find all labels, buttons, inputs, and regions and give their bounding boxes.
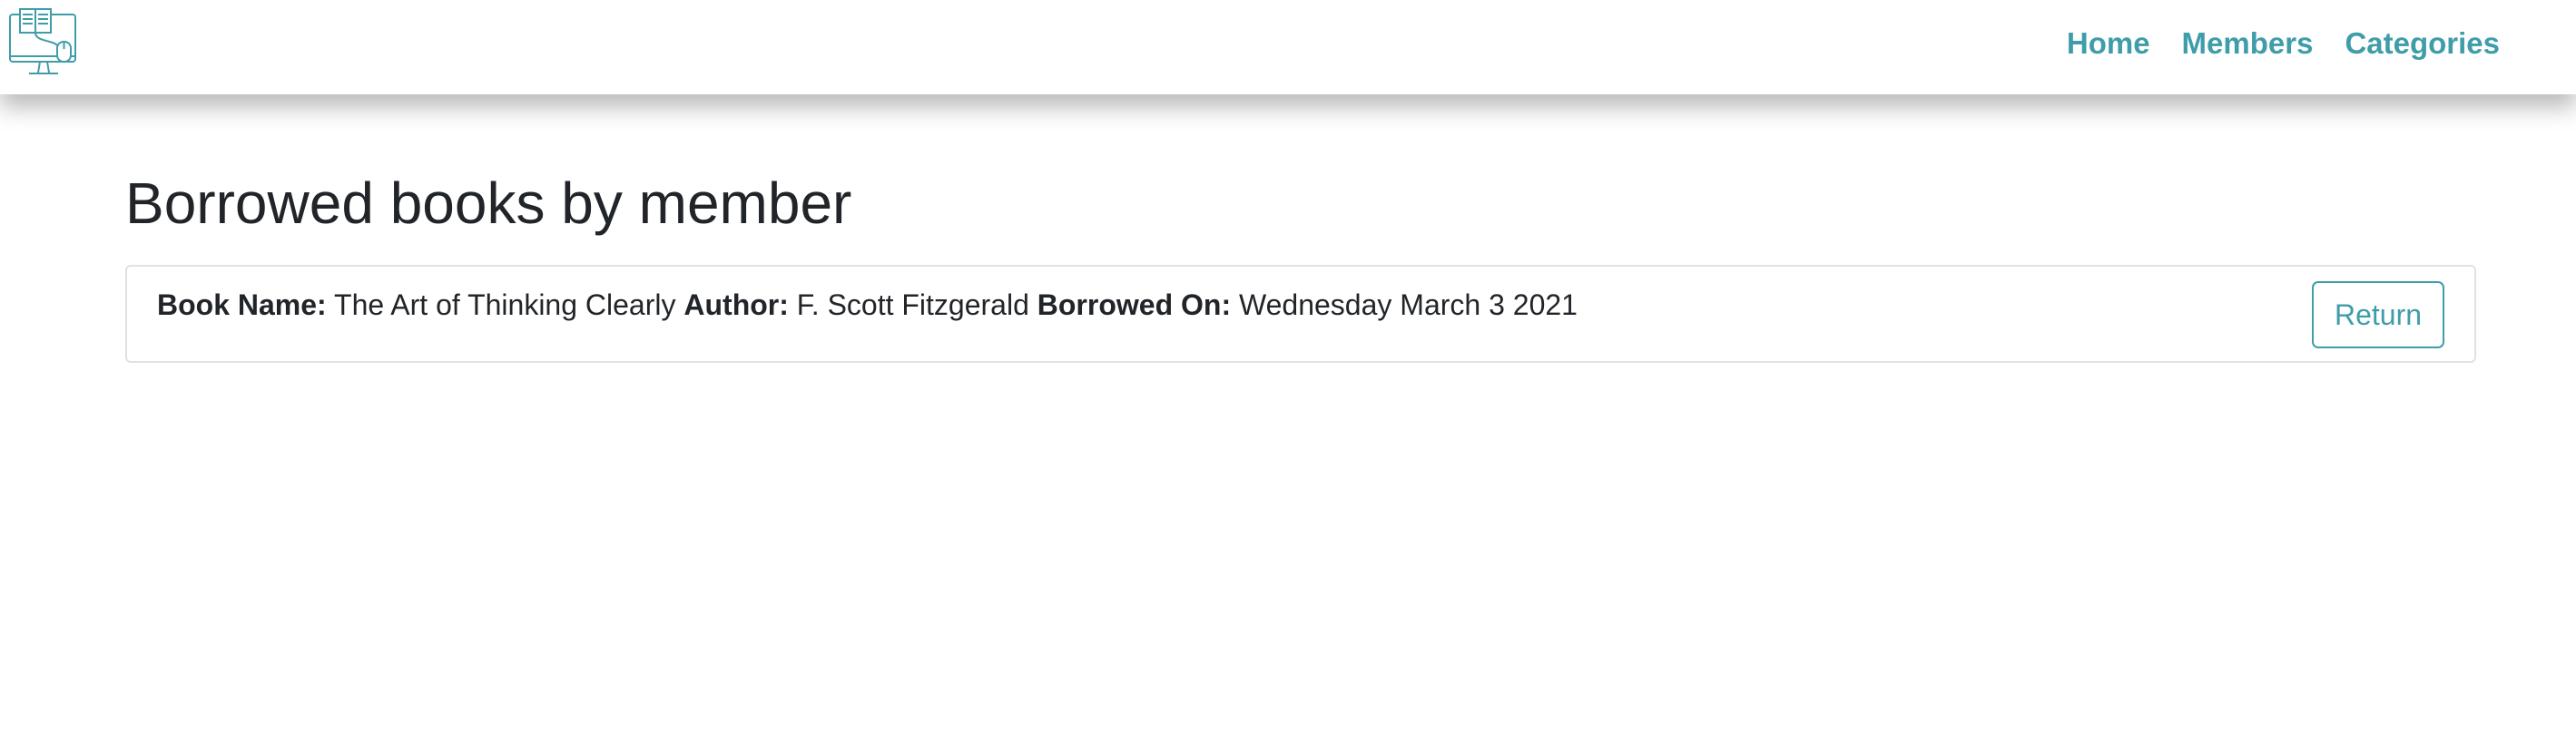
author-value: F. Scott Fitzgerald [796,288,1029,321]
nav-link-home[interactable]: Home [2067,25,2150,62]
nav-link-categories[interactable]: Categories [2345,25,2500,62]
page-title: Borrowed books by member [125,171,852,236]
nav-link-members[interactable]: Members [2182,25,2314,62]
nav-links: Home Members Categories [2035,25,2500,62]
borrowed-book-card: Book Name: The Art of Thinking Clearly A… [125,265,2476,363]
book-name-value: The Art of Thinking Clearly [334,288,676,321]
navbar: Home Members Categories [0,0,2576,94]
borrowed-on-label: Borrowed On: [1037,288,1232,321]
return-button[interactable]: Return [2312,281,2444,348]
book-name-label: Book Name: [157,288,327,321]
borrowed-on-value: Wednesday March 3 2021 [1238,288,1578,321]
computer-library-icon[interactable] [7,5,80,78]
borrowed-book-details: Book Name: The Art of Thinking Clearly A… [157,287,1578,323]
author-label: Author: [683,288,789,321]
main-content: Borrowed books by member Book Name: The … [125,163,2478,363]
